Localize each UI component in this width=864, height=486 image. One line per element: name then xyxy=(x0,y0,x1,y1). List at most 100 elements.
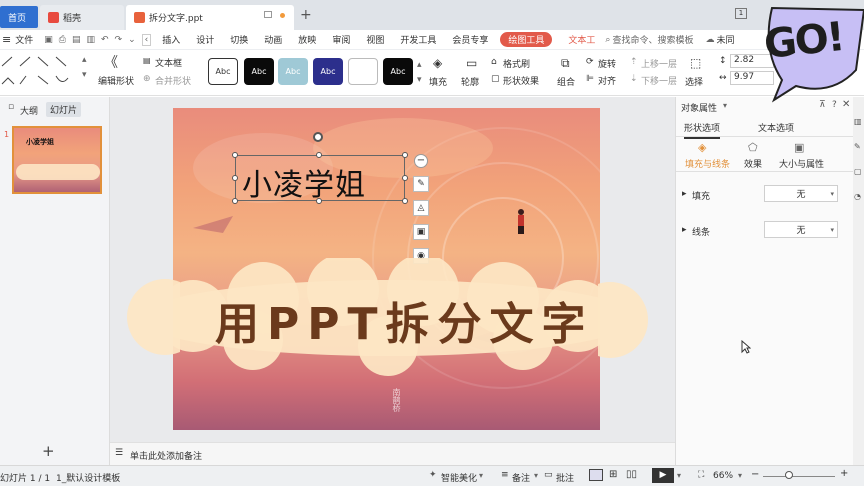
collapse-icon[interactable]: ‹ xyxy=(141,33,152,46)
zoom-slider-thumb[interactable] xyxy=(785,471,793,479)
slide-thumbnail[interactable]: 小凌学姐 xyxy=(12,126,102,194)
line-presets-gallery[interactable] xyxy=(0,54,80,90)
resize-handle[interactable] xyxy=(316,152,322,158)
slides-tab[interactable]: 幻灯片 xyxy=(46,102,82,117)
notes-placeholder[interactable]: 单击此处添加备注 xyxy=(130,449,202,462)
minus-icon[interactable]: − xyxy=(414,154,428,168)
sub-tab-effect[interactable]: 效果 xyxy=(744,157,762,170)
tab-wps[interactable]: 稻壳 xyxy=(40,5,124,30)
export-icon[interactable]: ▥ xyxy=(86,35,95,45)
more-icon[interactable]: ⌄ xyxy=(128,35,136,45)
textbox-title[interactable]: 小凌学姐 xyxy=(242,160,366,204)
tab-text-options[interactable]: 文本选项 xyxy=(758,121,794,134)
menu-animation[interactable]: 动画 xyxy=(264,33,282,46)
style-gallery-up-icon[interactable]: ▴ xyxy=(417,60,422,70)
window-icon[interactable] xyxy=(264,11,272,18)
play-dropdown-icon[interactable]: ▾ xyxy=(677,471,681,480)
sidebar-brush-icon[interactable]: ✎ xyxy=(854,142,861,151)
shape-style-6[interactable]: Abc xyxy=(383,58,413,85)
preview-icon[interactable]: ▤ xyxy=(72,35,81,45)
selected-textbox[interactable]: 小凌学姐 xyxy=(235,155,405,204)
menu-slideshow[interactable]: 放映 xyxy=(298,33,316,46)
edit-shape-button[interactable]: 编辑形状 xyxy=(98,74,134,87)
sidebar-shape-icon[interactable]: ▢ xyxy=(854,167,862,176)
sub-tab-fill-line[interactable]: 填充与线条 xyxy=(685,157,730,170)
pen-icon[interactable]: ✎ xyxy=(413,176,429,192)
command-search[interactable]: 查找命令、搜索模板 xyxy=(612,33,693,46)
sidebar-settings-icon[interactable]: ◔ xyxy=(854,192,861,201)
account-icon[interactable]: 1 xyxy=(735,8,747,19)
merge-shape-button[interactable]: 合并形状 xyxy=(155,74,191,87)
beautify-dropdown-icon[interactable]: ▾ xyxy=(479,471,483,480)
rotate-button[interactable]: 旋转 xyxy=(598,57,616,70)
sidebar-tool-icon[interactable]: ▥ xyxy=(854,117,862,126)
shape-style-2[interactable]: Abc xyxy=(244,58,274,85)
bring-forward-button[interactable]: 上移一层 xyxy=(641,57,677,70)
zoom-out-icon[interactable]: − xyxy=(751,469,759,480)
sub-tab-size[interactable]: 大小与属性 xyxy=(779,157,824,170)
play-button[interactable]: ▶ xyxy=(652,468,674,483)
resize-handle[interactable] xyxy=(316,198,322,204)
gallery-down-icon[interactable]: ▾ xyxy=(82,70,87,80)
fill-expand-icon[interactable]: ▸ xyxy=(682,189,687,199)
menu-review[interactable]: 审阅 xyxy=(332,33,350,46)
reading-view-icon[interactable]: ▯▯ xyxy=(626,469,637,480)
gallery-up-icon[interactable]: ▴ xyxy=(82,55,87,65)
redo-icon[interactable]: ↷ xyxy=(115,35,123,45)
zoom-dropdown-icon[interactable]: ▾ xyxy=(738,471,742,480)
banner-text[interactable]: 用PPT拆分文字 xyxy=(215,288,594,352)
fit-window-icon[interactable]: ⛶ xyxy=(698,470,704,480)
shape-style-5[interactable] xyxy=(348,58,378,85)
normal-view-icon[interactable] xyxy=(589,469,603,481)
print-icon[interactable]: ⎙ xyxy=(59,35,66,45)
notes-dropdown-icon[interactable]: ▾ xyxy=(534,471,538,480)
panel-collapse-icon[interactable]: ▫ xyxy=(8,102,14,112)
title-dropdown-icon[interactable]: ▾ xyxy=(723,101,727,110)
notes-bar[interactable]: ☰ 单击此处添加备注 xyxy=(110,442,675,466)
menu-design[interactable]: 设计 xyxy=(196,33,214,46)
group-button[interactable]: 组合 xyxy=(557,75,575,88)
format-painter-button[interactable]: 格式刷 xyxy=(503,57,530,70)
text-box-button[interactable]: 文本框 xyxy=(155,56,182,69)
outline-square-icon[interactable]: ▣ xyxy=(413,224,429,240)
zoom-slider-track[interactable] xyxy=(763,476,835,477)
resize-handle[interactable] xyxy=(402,152,408,158)
menu-text-tools[interactable]: 文本工 xyxy=(568,33,595,46)
undo-icon[interactable]: ↶ xyxy=(101,35,109,45)
hamburger-icon[interactable]: ≡ xyxy=(2,33,11,46)
outline-button[interactable]: 轮廓 xyxy=(461,75,479,88)
zoom-level[interactable]: 66% xyxy=(713,471,733,481)
menu-view[interactable]: 视图 xyxy=(366,33,384,46)
resize-handle[interactable] xyxy=(402,198,408,204)
tab-document[interactable]: 拆分文字.ppt xyxy=(126,5,294,30)
add-slide-button[interactable]: + xyxy=(42,442,55,460)
resize-handle[interactable] xyxy=(232,152,238,158)
menu-member[interactable]: 会员专享 xyxy=(452,33,488,46)
comments-button[interactable]: 批注 xyxy=(556,471,574,484)
select-button[interactable]: 选择 xyxy=(685,75,703,88)
menu-transition[interactable]: 切换 xyxy=(230,33,248,46)
align-button[interactable]: 对齐 xyxy=(598,74,616,87)
menu-file[interactable]: 文件 xyxy=(15,33,33,46)
tab-home[interactable]: 首页 xyxy=(0,6,38,28)
style-gallery-down-icon[interactable]: ▾ xyxy=(417,75,422,85)
line-select[interactable]: 无 ▾ xyxy=(764,221,838,238)
shape-effect-button[interactable]: 形状效果 xyxy=(503,74,539,87)
smart-beautify-button[interactable]: 智能美化 xyxy=(441,471,477,484)
template-name[interactable]: 1_默认设计模板 xyxy=(56,471,120,484)
fill-bucket-icon[interactable]: ◬ xyxy=(413,200,429,216)
slide[interactable]: 小凌学姐 − ✎ ◬ ▣ ◉ 用PPT拆分文字 南鹊桥 xyxy=(173,108,600,430)
notes-toggle-button[interactable]: 备注 xyxy=(512,471,530,484)
shape-style-1[interactable]: Abc xyxy=(208,58,238,85)
save-icon[interactable]: ▣ xyxy=(44,35,53,45)
new-tab-button[interactable]: + xyxy=(300,7,312,23)
menu-developer[interactable]: 开发工具 xyxy=(400,33,436,46)
sorter-view-icon[interactable]: ⊞ xyxy=(609,469,617,480)
shape-style-4[interactable]: Abc xyxy=(313,58,343,85)
sync-status[interactable]: 未同 xyxy=(716,33,734,46)
send-backward-button[interactable]: 下移一层 xyxy=(641,74,677,87)
menu-drawing-tools[interactable]: 绘图工具 xyxy=(500,32,553,47)
resize-handle[interactable] xyxy=(232,198,238,204)
fill-select[interactable]: 无 ▾ xyxy=(764,185,838,202)
shape-style-3[interactable]: Abc xyxy=(278,58,308,85)
